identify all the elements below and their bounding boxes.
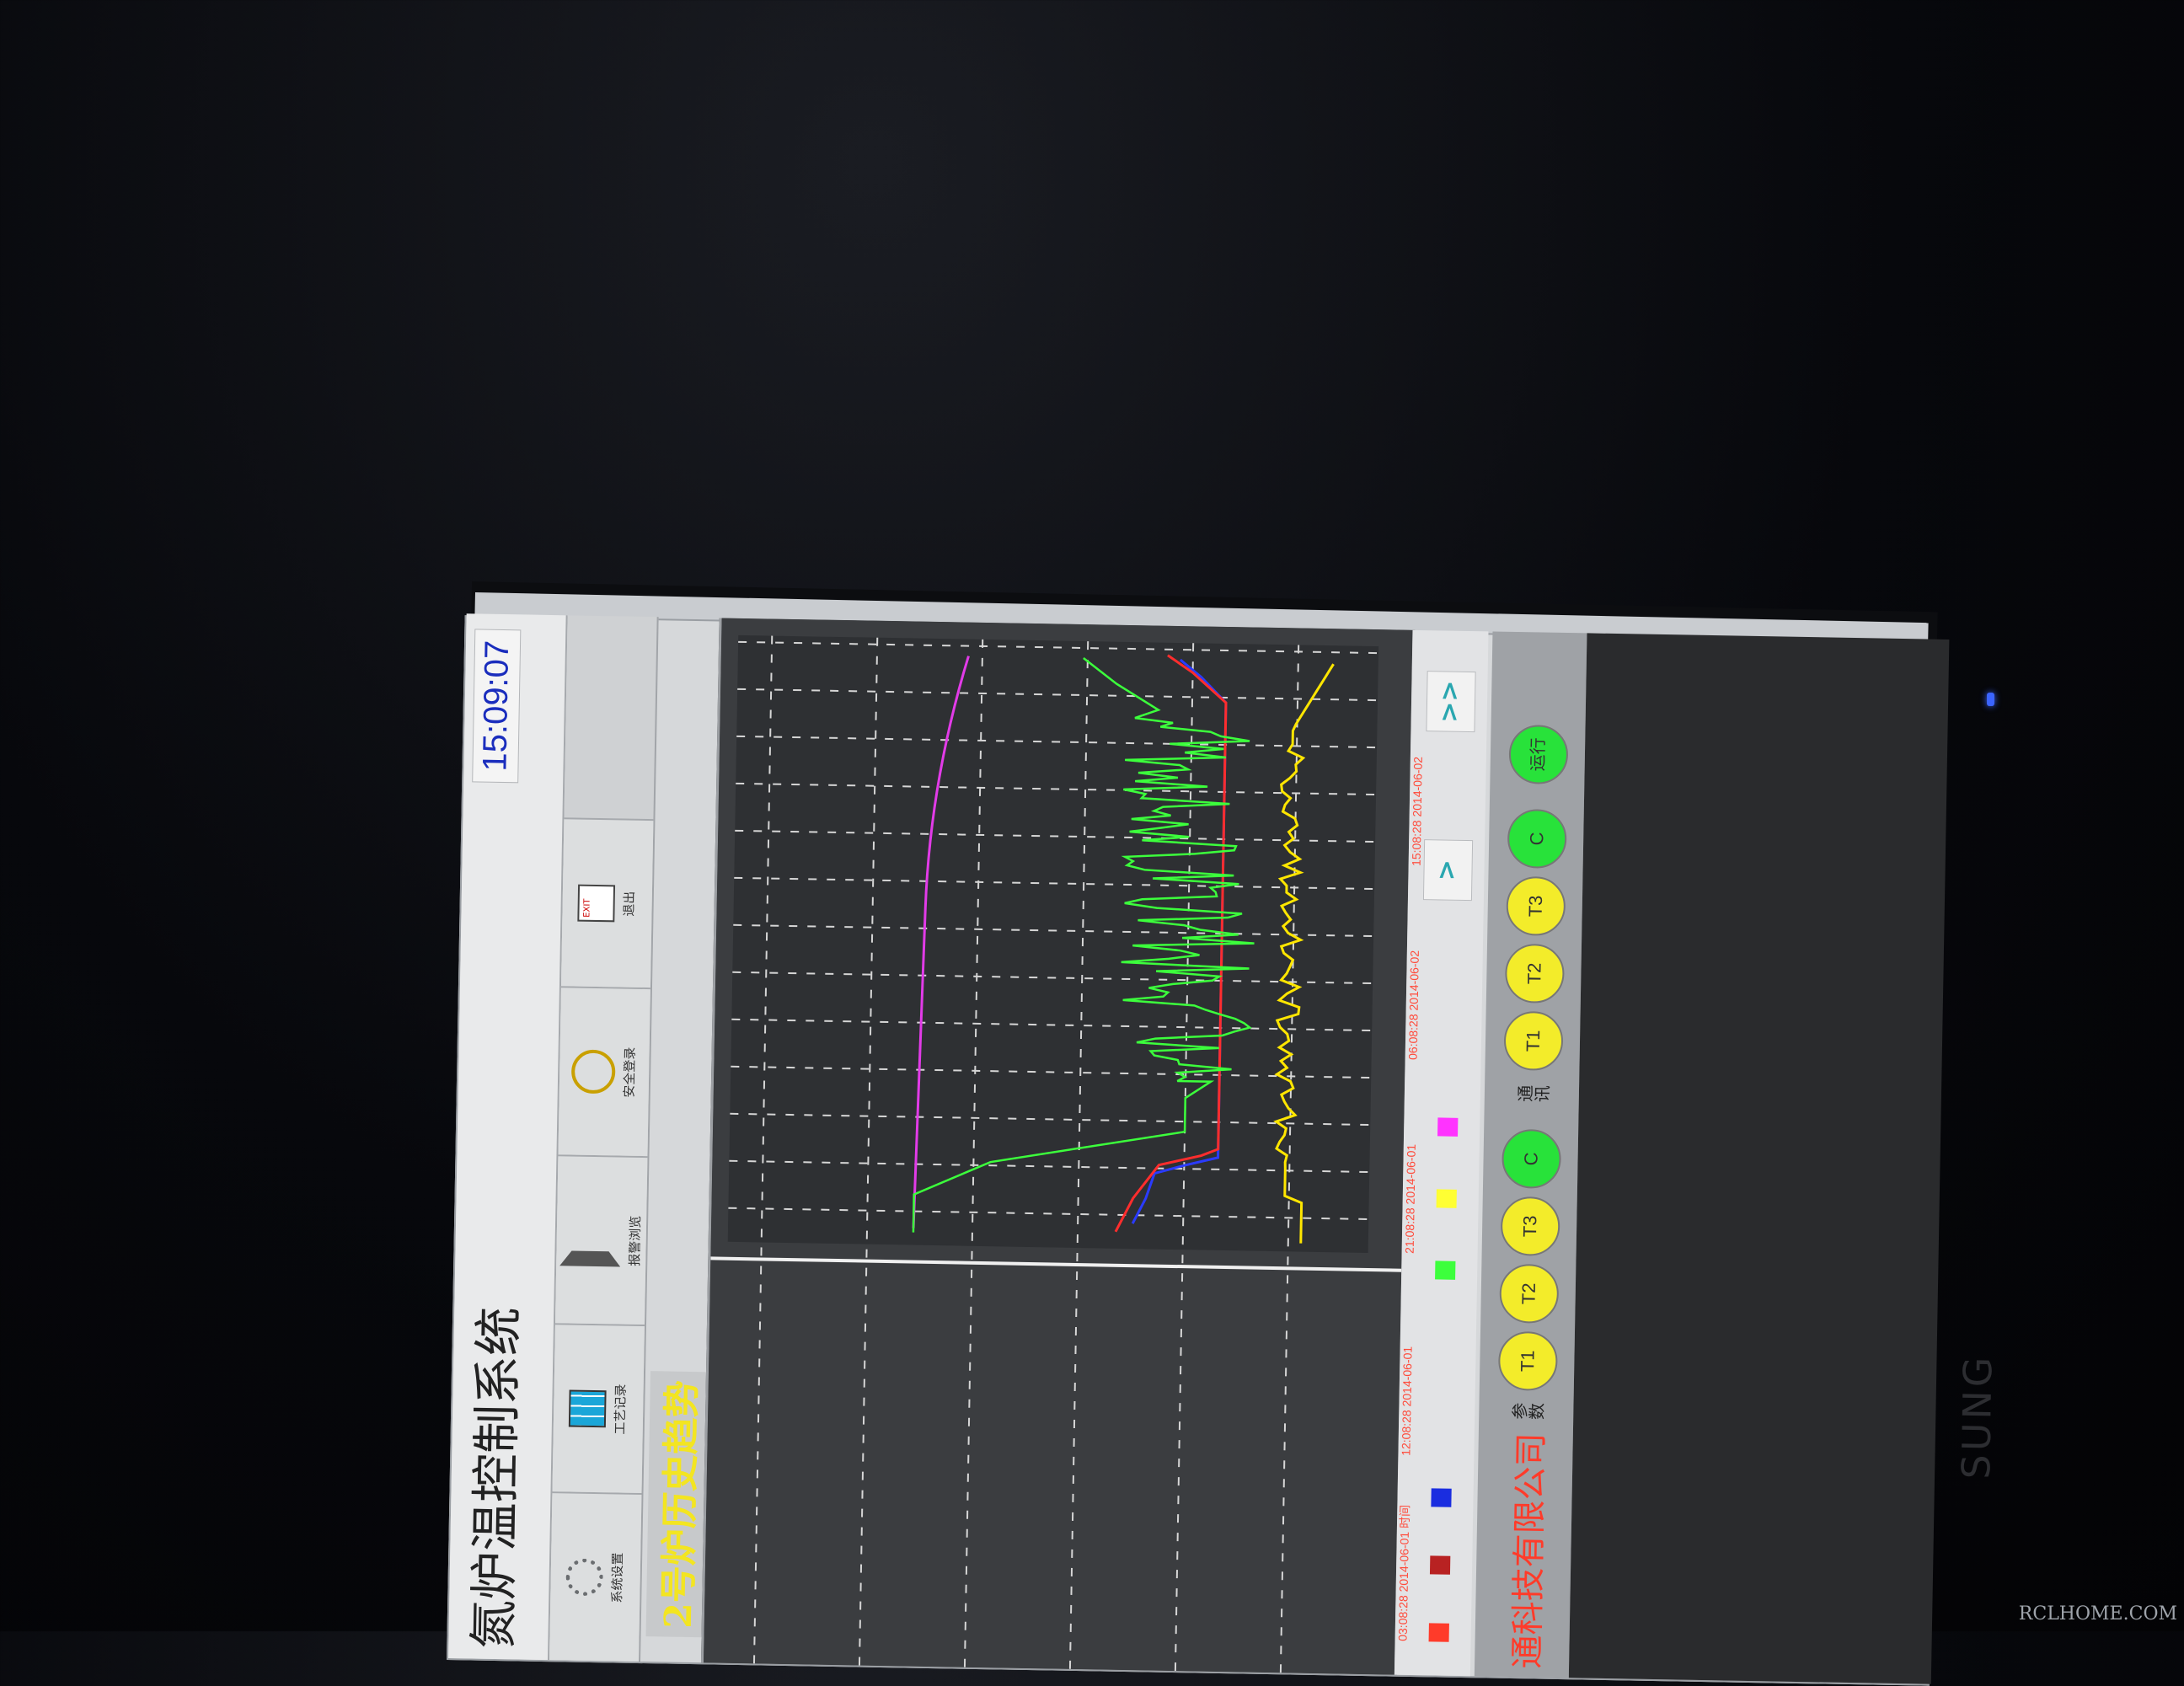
security-login-label: 安全登录 <box>621 1046 638 1098</box>
power-led-icon <box>1987 693 1994 706</box>
comm-lamp-t1[interactable]: T1 <box>1503 1010 1564 1072</box>
comm-group-label: 通讯 <box>1516 1084 1551 1105</box>
exit-button[interactable]: 退出 <box>560 817 654 988</box>
legend-swatch-red <box>1428 1623 1449 1642</box>
legend-swatch-darkred <box>1429 1555 1451 1575</box>
app-header: 氮炉温控制系统 15:09:07 <box>448 613 568 1661</box>
speaker-icon <box>559 1213 621 1267</box>
comm-lamp-t2[interactable]: T2 <box>1504 943 1566 1004</box>
alarm-browse-label: 报警浏览 <box>626 1215 643 1266</box>
legend-swatch-yellow <box>1436 1189 1457 1208</box>
scroll-forward-button[interactable]: > <box>1422 839 1474 902</box>
legend-swatch-magenta <box>1437 1117 1459 1137</box>
status-strip: 通科技有限公司 参数 T1 T2 T3 C 通讯 T1 T2 T3 C 运行 <box>1474 631 1587 1678</box>
time-label: 03:08:28 2014-06-01 时间 <box>1395 1504 1412 1641</box>
page-title: 2号炉历史趋势 <box>645 1371 709 1638</box>
process-record-label: 工艺记录 <box>612 1384 629 1435</box>
photo-frame: 氮炉温控制系统 15:09:07 系统设置 工艺记录 报警浏览 安全登录 EXI… <box>0 0 2184 1686</box>
system-settings-label: 系统设置 <box>608 1552 625 1603</box>
time-label: 15:08:28 2014-06-02 <box>1409 756 1425 867</box>
alarm-browse-button[interactable]: 报警浏览 <box>554 1154 648 1325</box>
comm-lamp-c[interactable]: C <box>1507 808 1567 870</box>
param-lamp-t1[interactable]: T1 <box>1497 1330 1558 1391</box>
app-title: 氮炉温控制系统 <box>464 1306 528 1650</box>
furnace-control-app: 氮炉温控制系统 15:09:07 系统设置 工艺记录 报警浏览 安全登录 EXI… <box>447 613 1950 1686</box>
param-lamp-t2[interactable]: T2 <box>1499 1263 1560 1324</box>
watermark: RCLHOME.COM <box>2018 1603 2177 1624</box>
time-label: 21:08:28 2014-06-01 <box>1402 1143 1418 1255</box>
time-label: 12:08:28 2014-06-01 <box>1399 1346 1415 1456</box>
process-record-button[interactable]: 工艺记录 <box>552 1323 645 1494</box>
scroll-fast-forward-button[interactable]: >> <box>1426 671 1476 733</box>
system-settings-button[interactable]: 系统设置 <box>549 1491 642 1662</box>
param-lamp-t3[interactable]: T3 <box>1500 1196 1560 1256</box>
monitor-brand: SUNG <box>1953 1353 2001 1480</box>
comm-lamp-t3[interactable]: T3 <box>1506 875 1566 937</box>
key-icon <box>570 1049 616 1095</box>
clock: 15:09:07 <box>472 629 522 784</box>
security-login-button[interactable]: 安全登录 <box>558 986 650 1157</box>
exit-icon <box>576 884 615 923</box>
company-name: 通科技有限公司 <box>1508 1432 1551 1669</box>
legend-swatch-blue <box>1431 1488 1452 1507</box>
chart-plot-area <box>727 634 1379 1254</box>
legend-swatch-green <box>1435 1260 1456 1280</box>
exit-label: 退出 <box>620 891 637 917</box>
main-area: 2号炉历史趋势 03:08:28 2014-06-01 时间 12:08:28 2… <box>640 617 1950 1684</box>
param-lamp-c[interactable]: C <box>1501 1128 1562 1189</box>
screen-bottom-margin <box>1568 633 1950 1684</box>
toolbar: 系统设置 工艺记录 报警浏览 安全登录 退出 <box>549 615 659 1662</box>
run-lamp[interactable]: 运行 <box>1508 724 1569 785</box>
trend-chart <box>703 618 1413 1675</box>
trend-chart-panel <box>700 618 1416 1675</box>
table-icon <box>568 1389 607 1428</box>
gear-icon <box>565 1558 603 1597</box>
time-label: 06:08:28 2014-06-02 <box>1405 950 1421 1061</box>
parameter-group-label: 参数 <box>1511 1402 1545 1423</box>
